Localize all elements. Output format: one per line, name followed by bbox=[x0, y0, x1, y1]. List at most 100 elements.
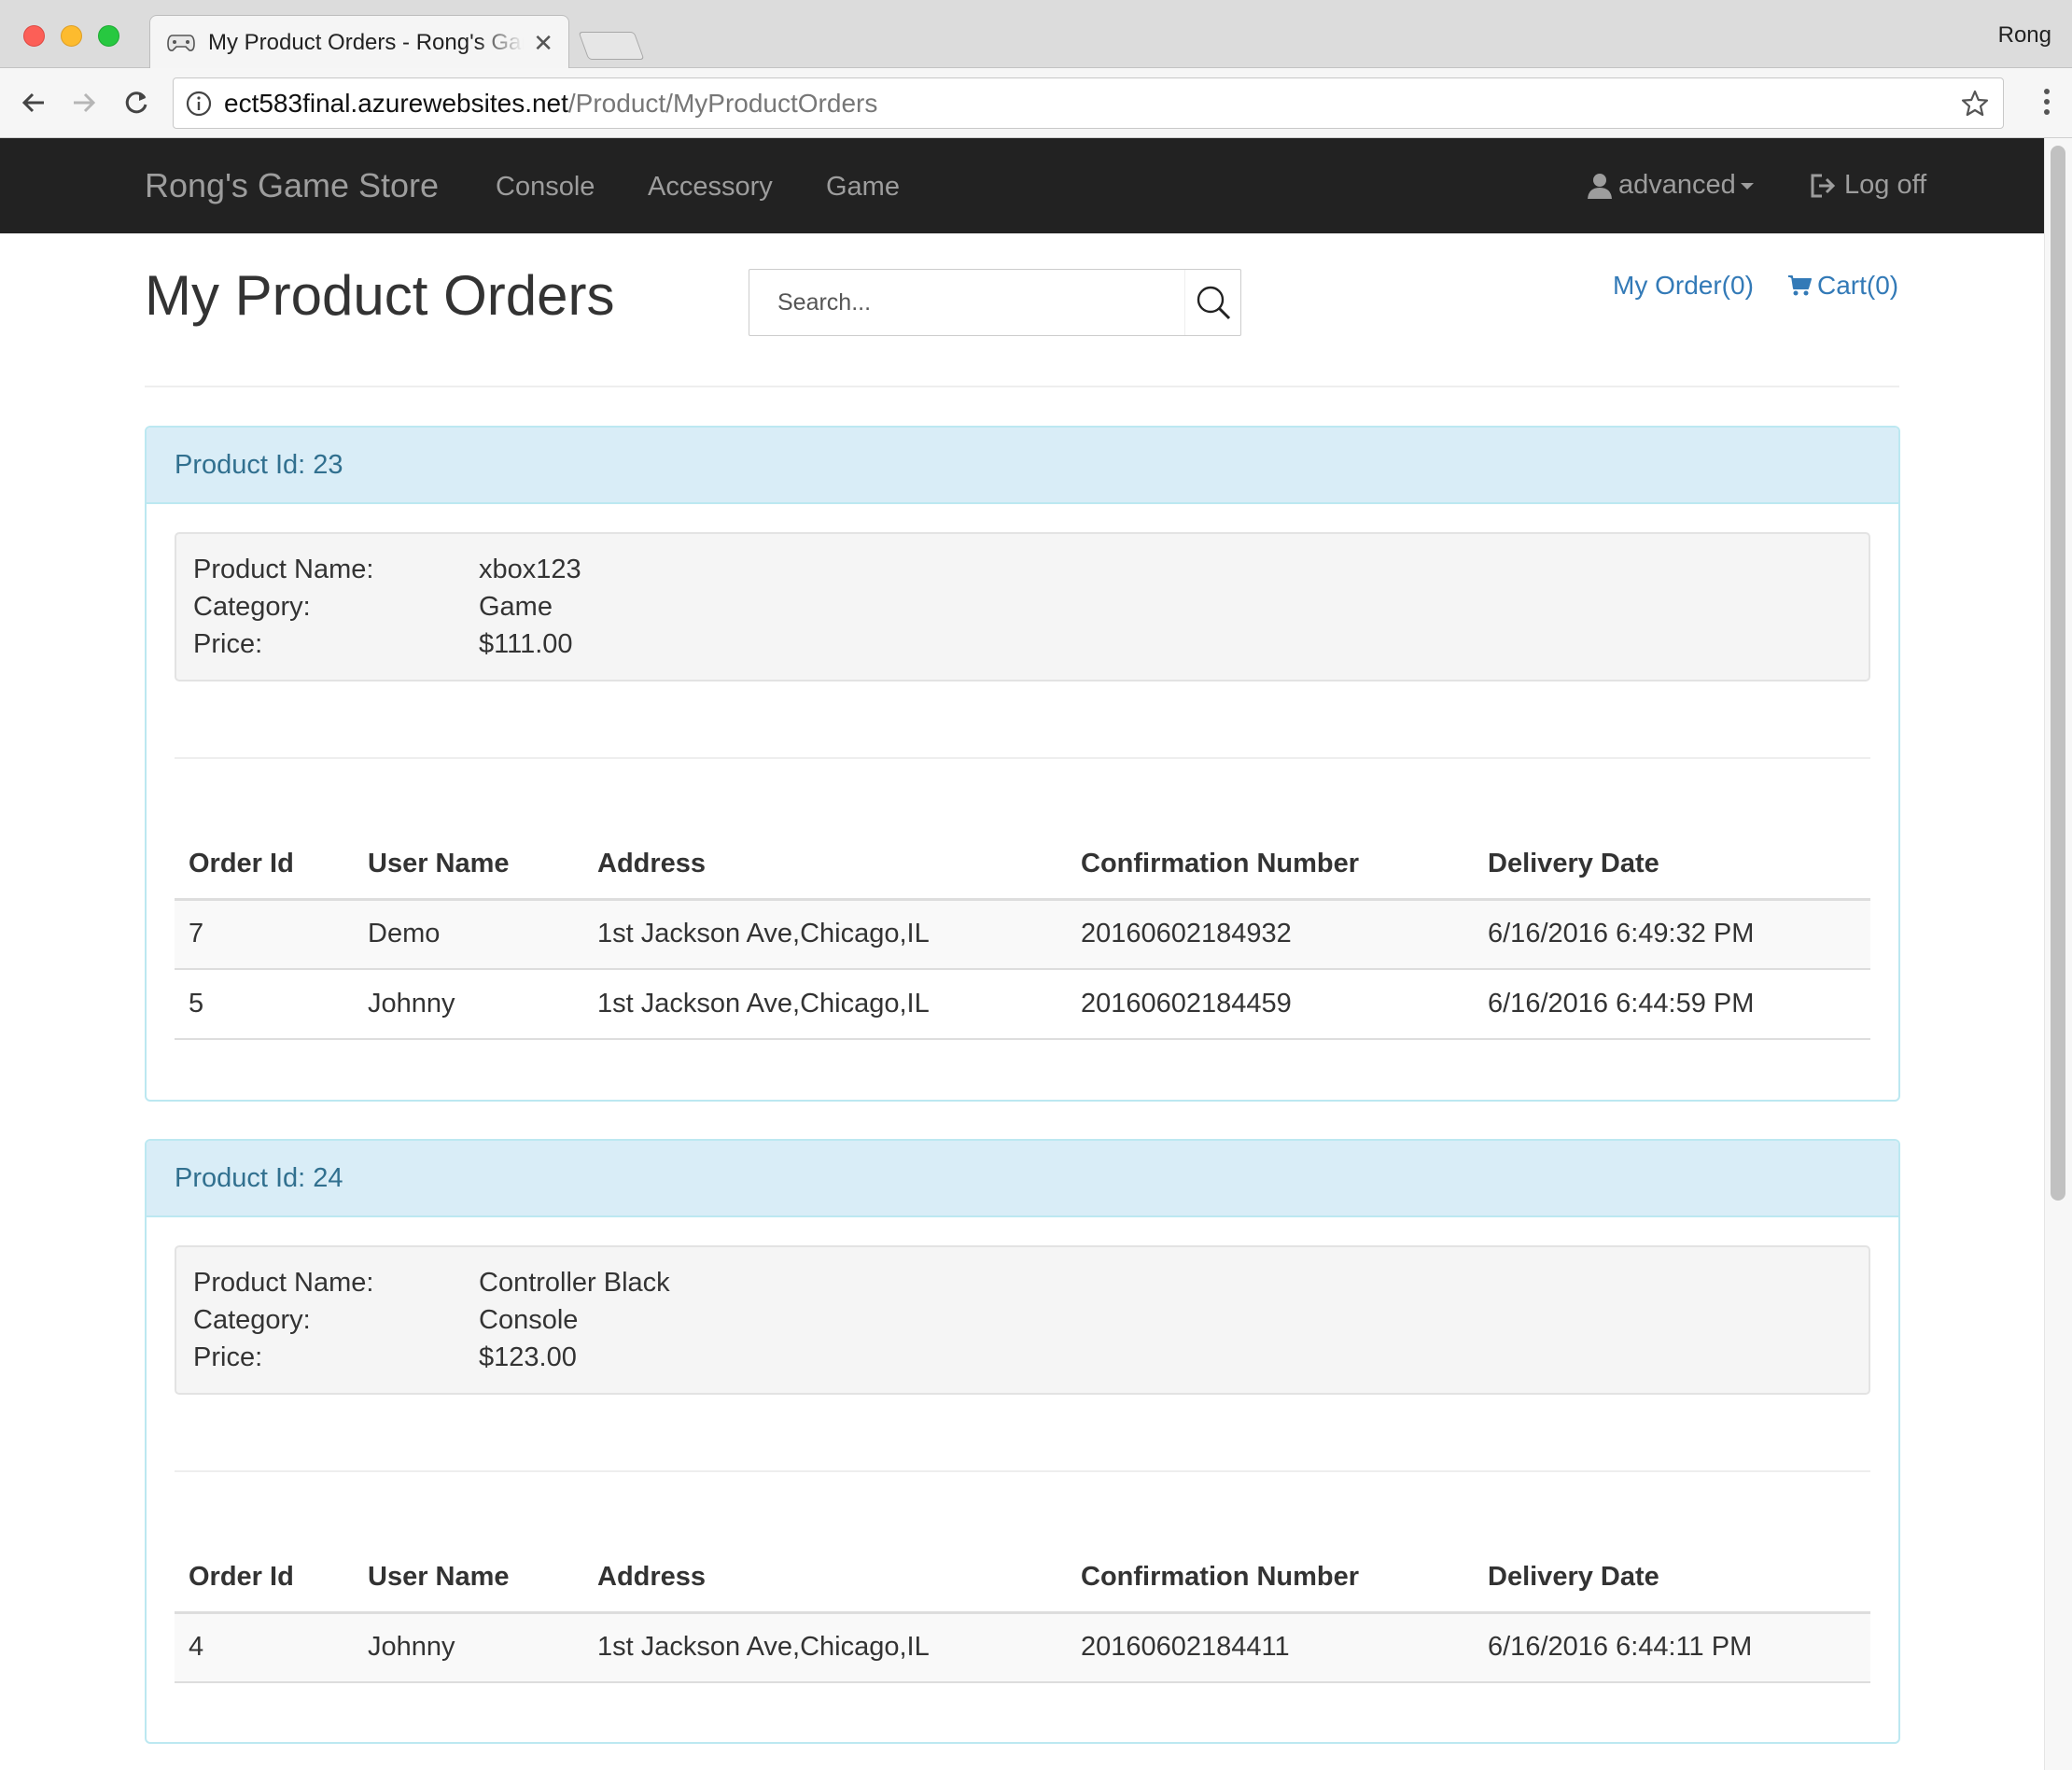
product-panel: Product Id: 23 Product Name: xbox123 Cat… bbox=[145, 426, 1900, 1102]
table-row: 7 Demo 1st Jackson Ave,Chicago,IL 201606… bbox=[175, 899, 1870, 970]
price-value: $111.00 bbox=[479, 628, 573, 659]
scrollbar-thumb[interactable] bbox=[2051, 146, 2065, 1201]
logoff-link[interactable]: Log off bbox=[1809, 170, 1926, 201]
address-cell: 1st Jackson Ave,Chicago,IL bbox=[583, 899, 1067, 970]
tab-title: My Product Orders - Rong's Game Store bbox=[208, 29, 524, 55]
column-header-order-id: Order Id bbox=[175, 1543, 354, 1614]
forward-icon[interactable] bbox=[65, 84, 103, 121]
search-box bbox=[749, 269, 1241, 336]
user-icon bbox=[1588, 173, 1612, 199]
category-row: Category: Game bbox=[193, 588, 1852, 625]
bookmark-star-icon[interactable] bbox=[1960, 89, 1990, 119]
cart-link[interactable]: Cart(0) bbox=[1787, 271, 1898, 301]
product-panel: Product Id: 24 Product Name: Controller … bbox=[145, 1139, 1900, 1744]
page-title: My Product Orders bbox=[145, 264, 615, 327]
user-name-cell: Demo bbox=[354, 899, 583, 970]
brand-link[interactable]: Rong's Game Store bbox=[145, 166, 439, 205]
price-value: $123.00 bbox=[479, 1342, 577, 1372]
category-value: Game bbox=[479, 591, 553, 622]
product-name-value: Controller Black bbox=[479, 1267, 670, 1298]
table-row: 5 Johnny 1st Jackson Ave,Chicago,IL 2016… bbox=[175, 969, 1870, 1040]
site-navbar: Rong's Game Store Console Accessory Game… bbox=[0, 138, 2044, 233]
user-dropdown[interactable]: advanced bbox=[1587, 170, 1755, 201]
confirmation-number-cell: 20160602184932 bbox=[1067, 899, 1474, 970]
column-header-delivery-date: Delivery Date bbox=[1474, 1543, 1870, 1614]
tab-close-icon[interactable]: ✕ bbox=[533, 31, 553, 55]
minimize-window-button[interactable] bbox=[61, 25, 82, 47]
nav-link-game[interactable]: Game bbox=[826, 172, 900, 203]
column-header-address: Address bbox=[583, 830, 1067, 901]
info-icon[interactable] bbox=[185, 90, 213, 118]
url-path: /Product/MyProductOrders bbox=[567, 88, 878, 118]
column-header-confirmation-number: Confirmation Number bbox=[1067, 1543, 1474, 1614]
back-icon[interactable] bbox=[15, 84, 52, 121]
search-input[interactable] bbox=[749, 270, 1184, 335]
table-header-row: Order Id User Name Address Confirmation … bbox=[175, 830, 1870, 901]
panel-divider bbox=[175, 757, 1870, 759]
cart-label: Cart(0) bbox=[1817, 271, 1899, 300]
maximize-window-button[interactable] bbox=[98, 25, 119, 47]
product-name-row: Product Name: Controller Black bbox=[193, 1264, 1852, 1301]
product-id-heading: Product Id: 23 bbox=[147, 428, 1898, 504]
panel-divider bbox=[175, 1470, 1870, 1472]
price-label: Price: bbox=[193, 628, 263, 659]
order-id-cell: 5 bbox=[175, 969, 354, 1040]
logoff-label: Log off bbox=[1844, 170, 1927, 200]
column-header-delivery-date: Delivery Date bbox=[1474, 830, 1870, 901]
reload-icon[interactable] bbox=[118, 84, 155, 121]
browser-toolbar: ect583final.azurewebsites.net/Product/My… bbox=[0, 68, 2072, 138]
search-button[interactable] bbox=[1184, 270, 1240, 335]
delivery-date-cell: 6/16/2016 6:44:11 PM bbox=[1474, 1612, 1870, 1683]
browser-tab[interactable]: My Product Orders - Rong's Game Store ✕ bbox=[149, 15, 569, 69]
price-row: Price: $111.00 bbox=[193, 625, 1852, 663]
caret-down-icon bbox=[1740, 182, 1754, 190]
new-tab-button[interactable] bbox=[578, 32, 645, 60]
category-value: Console bbox=[479, 1304, 579, 1335]
address-cell: 1st Jackson Ave,Chicago,IL bbox=[583, 969, 1067, 1040]
log-out-icon bbox=[1811, 174, 1836, 197]
shopping-cart-icon bbox=[1788, 275, 1812, 296]
gamepad-icon bbox=[167, 29, 195, 57]
my-order-link[interactable]: My Order(0) bbox=[1613, 271, 1754, 301]
nav-link-console[interactable]: Console bbox=[496, 172, 595, 203]
profile-name[interactable]: Rong bbox=[1998, 22, 2051, 49]
address-cell: 1st Jackson Ave,Chicago,IL bbox=[583, 1612, 1067, 1683]
price-label: Price: bbox=[193, 1342, 263, 1372]
nav-link-accessory[interactable]: Accessory bbox=[648, 172, 773, 203]
product-name-label: Product Name: bbox=[193, 1267, 374, 1298]
delivery-date-cell: 6/16/2016 6:44:59 PM bbox=[1474, 969, 1870, 1040]
column-header-order-id: Order Id bbox=[175, 830, 354, 901]
order-id-cell: 7 bbox=[175, 899, 354, 970]
product-details: Product Name: xbox123 Category: Game Pri… bbox=[175, 532, 1870, 681]
orders-table: Order Id User Name Address Confirmation … bbox=[175, 830, 1870, 1040]
browser-tabstrip: My Product Orders - Rong's Game Store ✕ … bbox=[0, 0, 2072, 69]
close-window-button[interactable] bbox=[23, 25, 45, 47]
order-id-cell: 4 bbox=[175, 1612, 354, 1683]
product-name-label: Product Name: bbox=[193, 554, 374, 584]
category-label: Category: bbox=[193, 1304, 311, 1335]
browser-menu-icon[interactable] bbox=[2042, 87, 2051, 117]
address-bar[interactable]: ect583final.azurewebsites.net/Product/My… bbox=[173, 77, 2004, 129]
user-name-cell: Johnny bbox=[354, 1612, 583, 1683]
url-host: ect583final.azurewebsites.net bbox=[224, 88, 568, 118]
column-header-user-name: User Name bbox=[354, 830, 583, 901]
product-name-value: xbox123 bbox=[479, 554, 581, 584]
delivery-date-cell: 6/16/2016 6:49:32 PM bbox=[1474, 899, 1870, 970]
user-name-cell: Johnny bbox=[354, 969, 583, 1040]
header-divider bbox=[145, 386, 1899, 387]
category-label: Category: bbox=[193, 591, 311, 622]
column-header-user-name: User Name bbox=[354, 1543, 583, 1614]
category-row: Category: Console bbox=[193, 1301, 1852, 1339]
column-header-confirmation-number: Confirmation Number bbox=[1067, 830, 1474, 901]
product-id-heading: Product Id: 24 bbox=[147, 1141, 1898, 1217]
product-name-row: Product Name: xbox123 bbox=[193, 551, 1852, 588]
user-name: advanced bbox=[1618, 170, 1736, 200]
table-row: 4 Johnny 1st Jackson Ave,Chicago,IL 2016… bbox=[175, 1612, 1870, 1683]
confirmation-number-cell: 20160602184459 bbox=[1067, 969, 1474, 1040]
orders-table: Order Id User Name Address Confirmation … bbox=[175, 1543, 1870, 1683]
search-icon bbox=[1197, 286, 1230, 320]
column-header-address: Address bbox=[583, 1543, 1067, 1614]
product-details: Product Name: Controller Black Category:… bbox=[175, 1245, 1870, 1395]
table-header-row: Order Id User Name Address Confirmation … bbox=[175, 1543, 1870, 1614]
price-row: Price: $123.00 bbox=[193, 1339, 1852, 1376]
